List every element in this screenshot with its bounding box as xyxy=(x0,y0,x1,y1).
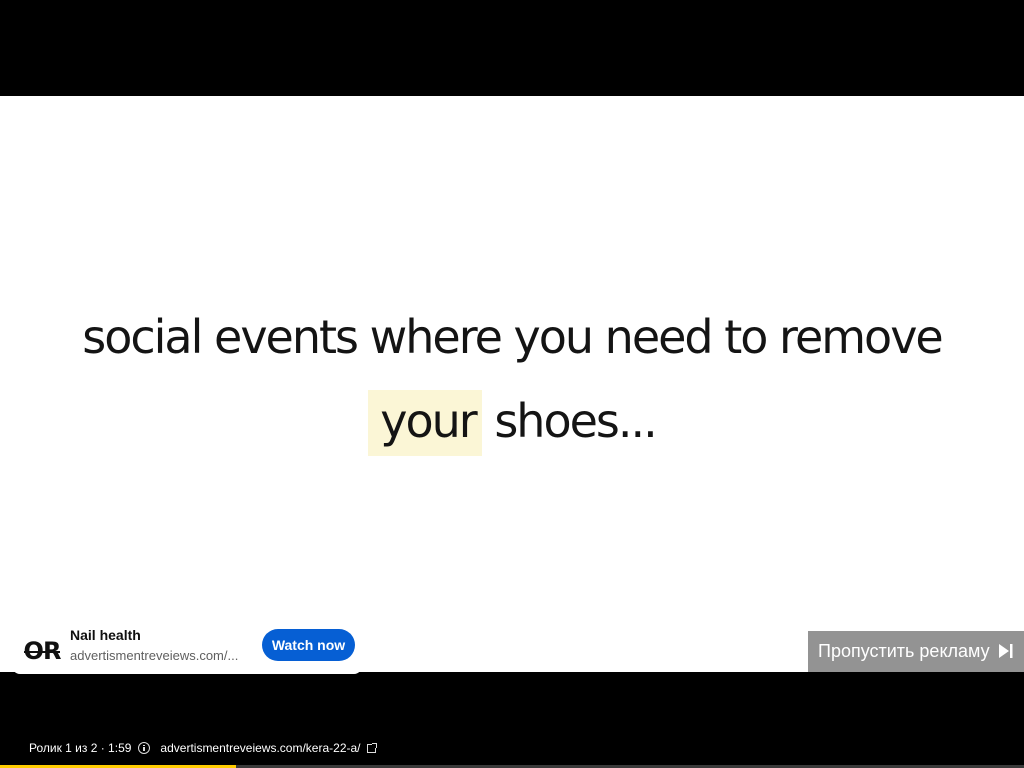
skip-next-icon xyxy=(999,644,1013,658)
ad-bottom-info: Ролик 1 из 2 · 1:59 advertismentreveiews… xyxy=(29,740,377,756)
skip-ad-button[interactable]: Пропустить рекламу xyxy=(808,631,1024,672)
caption-highlight: your xyxy=(368,390,482,456)
ad-title[interactable]: Nail health xyxy=(70,627,141,643)
ad-link[interactable]: advertismentreveiews.com/kera-22-a/ xyxy=(160,741,360,755)
external-link-icon[interactable] xyxy=(366,742,377,753)
ad-video-frame[interactable]: social events where you need to remove y… xyxy=(0,96,1024,672)
ad-position-text: Ролик 1 из 2 · 1:59 xyxy=(29,741,132,755)
caption-line-2: your shoes... xyxy=(0,390,1024,456)
skip-ad-label: Пропустить рекламу xyxy=(818,641,990,661)
advertiser-logo-bar xyxy=(24,651,60,653)
caption-line-2-rest: shoes... xyxy=(481,394,657,448)
ad-info-card[interactable]: OR Nail health advertismentreveiews.com/… xyxy=(12,618,362,674)
ad-url[interactable]: advertismentreveiews.com/... xyxy=(70,648,246,663)
caption-line-1: social events where you need to remove xyxy=(82,310,943,364)
advertiser-logo[interactable]: OR xyxy=(22,626,62,666)
watch-now-button[interactable]: Watch now xyxy=(262,629,355,661)
info-icon[interactable] xyxy=(138,742,151,754)
